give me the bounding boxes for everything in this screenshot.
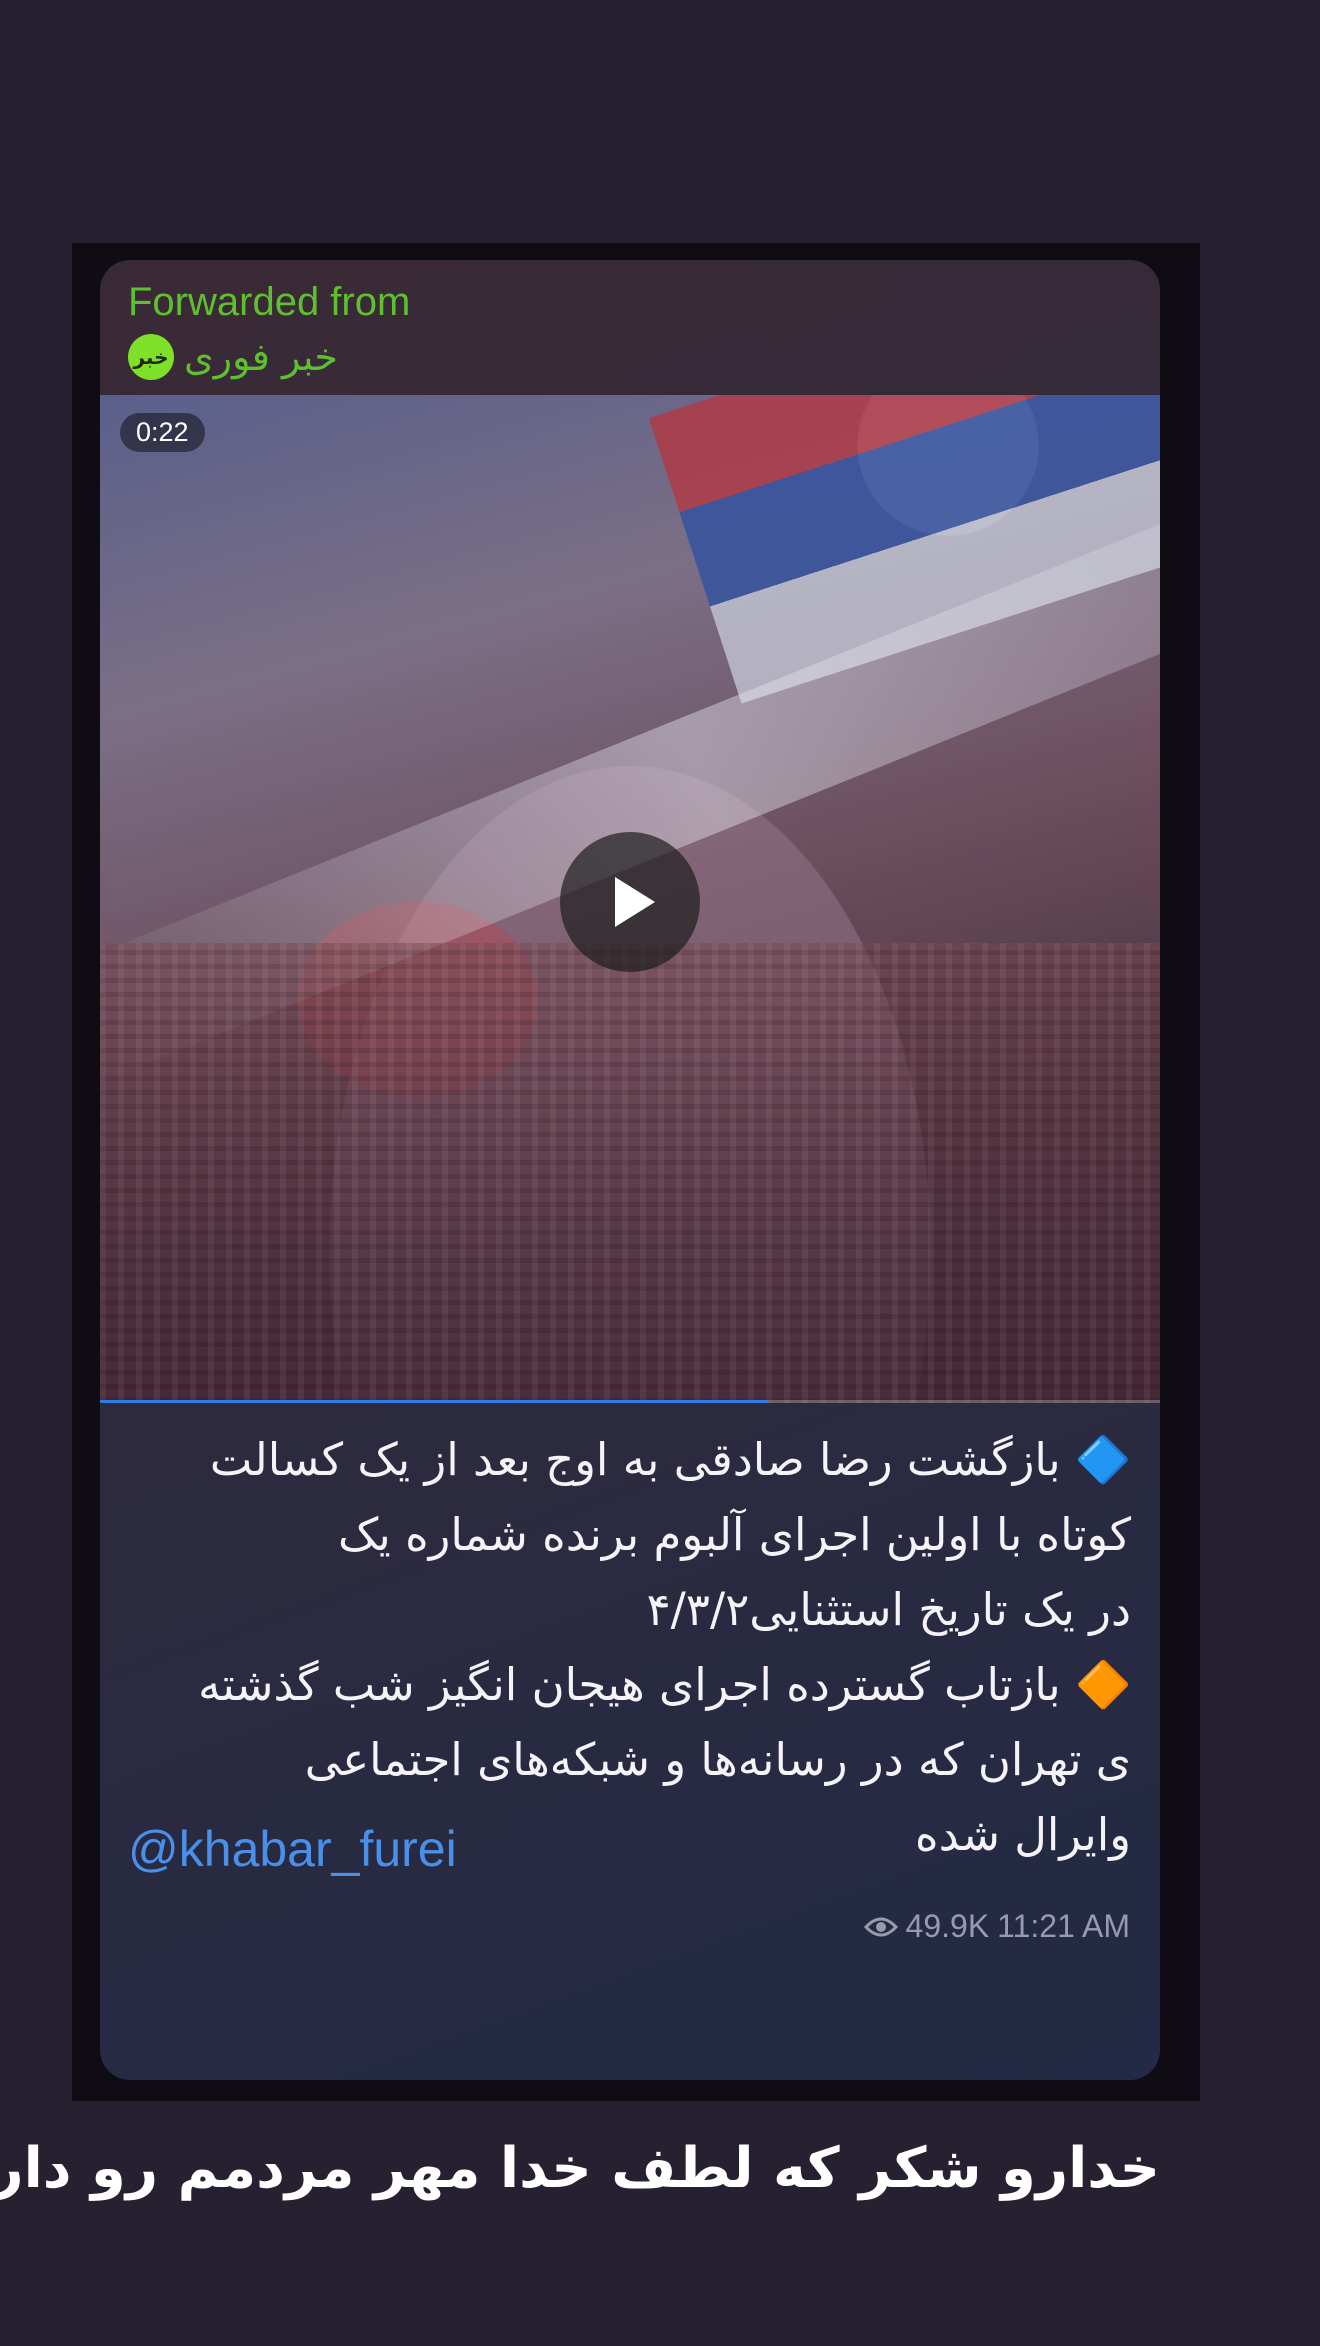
message-caption: 🔷 بازگشت رضا صادقی به اوج بعد از یک کسال… (128, 1422, 1131, 1872)
view-count: 49.9K (905, 1908, 990, 1944)
eye-icon (863, 1915, 898, 1939)
video-duration-badge: 0:22 (120, 413, 205, 452)
video-progress-fill (100, 1400, 768, 1403)
caption-line: 🔶 بازتاب گسترده اجرای هیجان انگیز شب گذش… (198, 1658, 1131, 1711)
caption-line: در یک تاریخ استثنایی۴/۳/۲ (646, 1583, 1131, 1636)
channel-name: خبر فوری (184, 335, 338, 379)
channel-mention-link[interactable]: @khabar_furei (128, 1820, 457, 1878)
story-caption: خدارو شکر که لطف خدا مهر مردمم رو دارم (0, 2136, 1160, 2201)
message-time: 11:21 AM (997, 1908, 1130, 1944)
message-meta: 49.9K 11:21 AM (863, 1908, 1130, 1945)
forwarded-label: Forwarded from (128, 280, 411, 324)
video-frame-crowd (100, 943, 1160, 1403)
video-player[interactable]: 0:22 (100, 395, 1160, 1403)
caption-line: ی تهران که در رسانه‌ها و شبکه‌های اجتماع… (304, 1733, 1131, 1786)
channel-avatar: خبر (128, 334, 174, 380)
message-bubble[interactable]: Forwarded from خبر خبر فوری 0:22 🔷 بازگش… (100, 260, 1160, 2080)
forwarded-source[interactable]: خبر خبر فوری (128, 332, 338, 382)
caption-line: کوتاه با اولین اجرای آلبوم برنده شماره ی… (337, 1508, 1131, 1561)
video-progress-bar[interactable] (100, 1400, 1160, 1403)
play-icon[interactable] (560, 832, 700, 972)
caption-line: 🔷 بازگشت رضا صادقی به اوج بعد از یک کسال… (209, 1433, 1131, 1486)
